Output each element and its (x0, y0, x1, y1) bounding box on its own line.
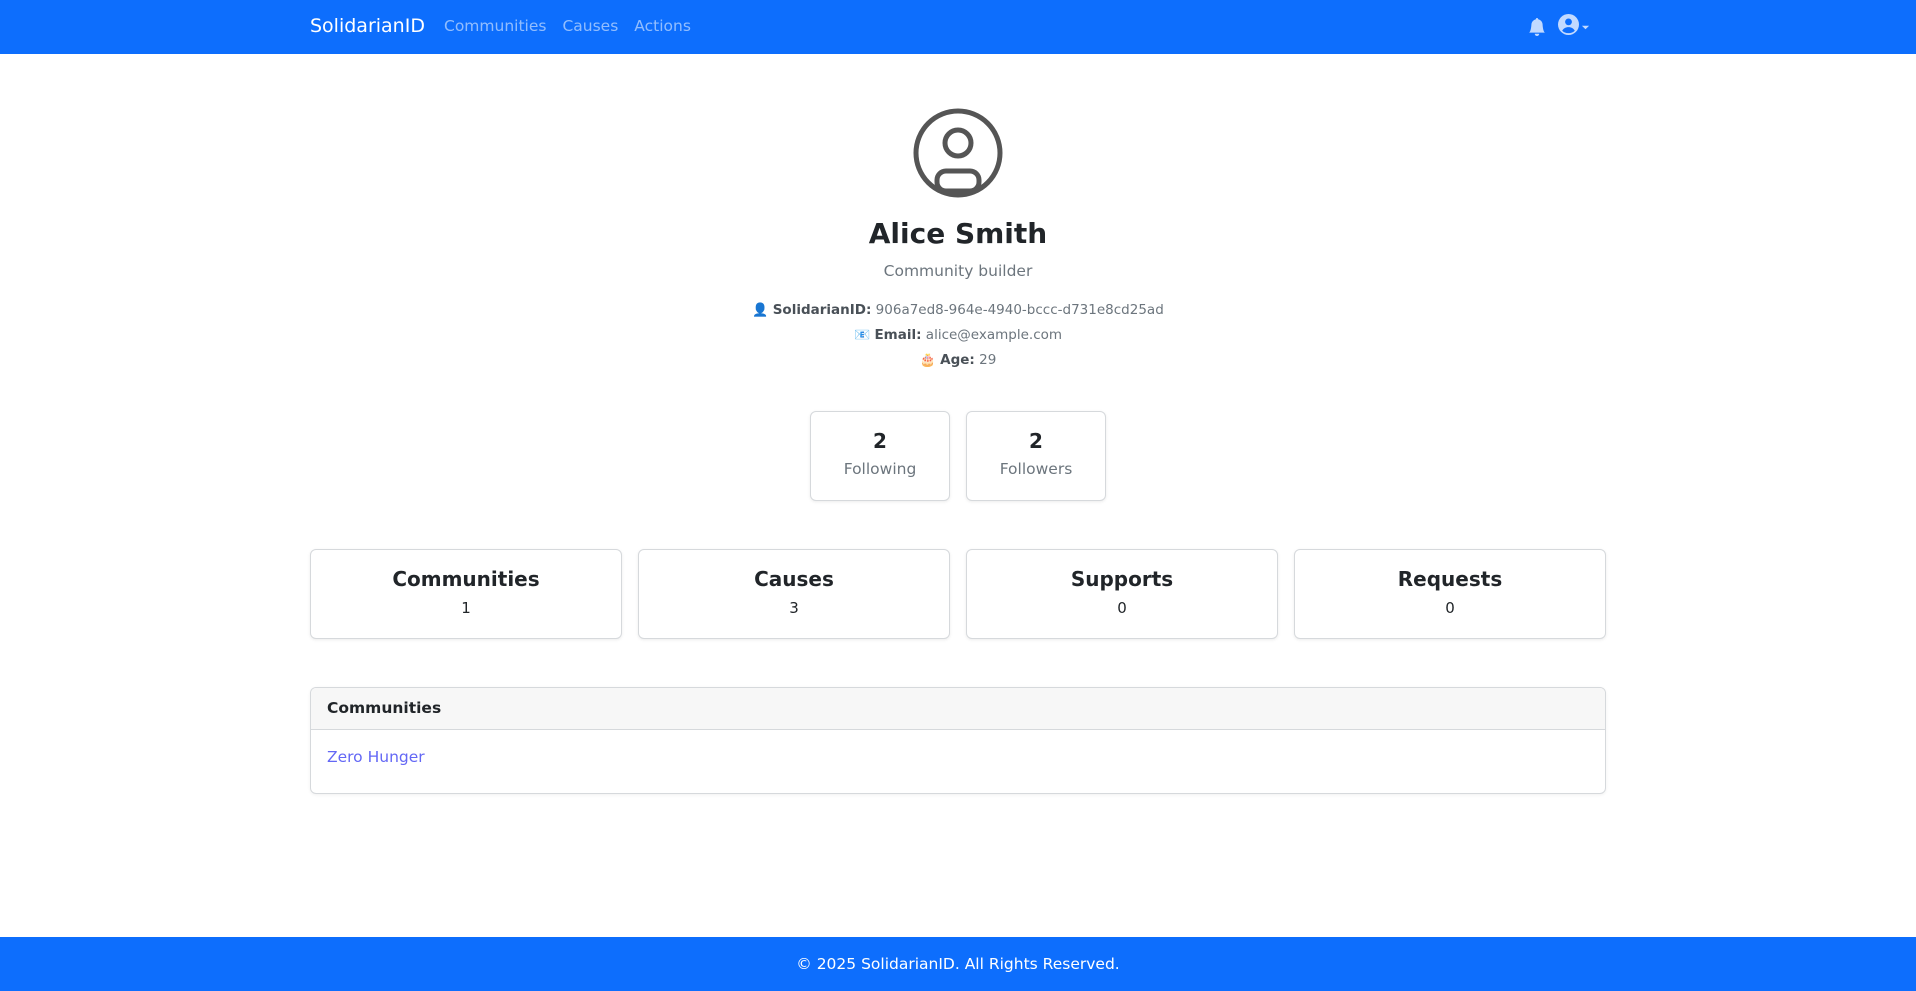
stat-card-causes: Causes 3 (638, 549, 950, 639)
following-count: 2 (873, 429, 887, 453)
age-value: 29 (979, 352, 997, 368)
following-label: Following (843, 460, 917, 478)
footer-copyright: © 2025 SolidarianID. All Rights Reserved… (796, 955, 1120, 973)
followers-count: 2 (1029, 429, 1043, 453)
stat-title: Supports (1070, 567, 1174, 591)
user-avatar-icon (912, 107, 1004, 199)
email-value: alice@example.com (925, 327, 1063, 343)
stat-value: 0 (1117, 599, 1127, 617)
stat-card-requests: Requests 0 (1294, 549, 1606, 639)
email-icon: 📧 (853, 328, 871, 343)
email-line: 📧 Email: alice@example.com (0, 325, 1916, 346)
stat-value: 1 (461, 599, 471, 617)
cake-icon: 🎂 (919, 353, 936, 368)
person-icon: 👤 (752, 303, 769, 318)
age-label: Age: (940, 352, 975, 368)
nav-link-actions[interactable]: Actions (634, 15, 691, 37)
stat-title: Causes (754, 567, 834, 591)
age-line: 🎂 Age: 29 (0, 350, 1916, 371)
solidarian-id-label: SolidarianID: (772, 302, 872, 318)
followers-box[interactable]: 2 Followers (966, 411, 1106, 501)
solidarian-id-line: 👤 SolidarianID: 906a7ed8-964e-4940-bccc-… (0, 300, 1916, 321)
nav-links: Communities Causes Actions (444, 15, 691, 37)
user-circle-icon (1558, 14, 1579, 39)
navbar: SolidarianID Communities Causes Actions (0, 0, 1916, 54)
stat-value: 0 (1445, 599, 1455, 617)
user-menu-toggle[interactable] (1558, 14, 1590, 39)
stat-card-communities: Communities 1 (310, 549, 622, 639)
stat-card-supports: Supports 0 (966, 549, 1278, 639)
community-link-zero-hunger[interactable]: Zero Hunger (327, 746, 425, 768)
brand-link[interactable]: SolidarianID (310, 13, 425, 39)
following-box[interactable]: 2 Following (810, 411, 950, 501)
caret-down-icon (1581, 17, 1590, 36)
nav-link-communities[interactable]: Communities (444, 15, 546, 37)
communities-card: Communities Zero Hunger (310, 687, 1606, 794)
stat-title: Requests (1397, 567, 1503, 591)
profile-bio: Community builder (883, 262, 1033, 280)
navbar-right (1528, 14, 1590, 39)
nav-link-causes[interactable]: Causes (562, 15, 618, 37)
email-label: Email: (874, 327, 922, 343)
solidarian-id-value: 906a7ed8-964e-4940-bccc-d731e8cd25ad (875, 302, 1164, 318)
stat-value: 3 (789, 599, 799, 617)
communities-card-header: Communities (311, 688, 1605, 730)
footer: © 2025 SolidarianID. All Rights Reserved… (0, 937, 1916, 991)
bell-icon[interactable] (1528, 17, 1546, 36)
profile-name: Alice Smith (868, 217, 1048, 250)
stat-title: Communities (392, 567, 540, 591)
followers-label: Followers (999, 460, 1073, 478)
